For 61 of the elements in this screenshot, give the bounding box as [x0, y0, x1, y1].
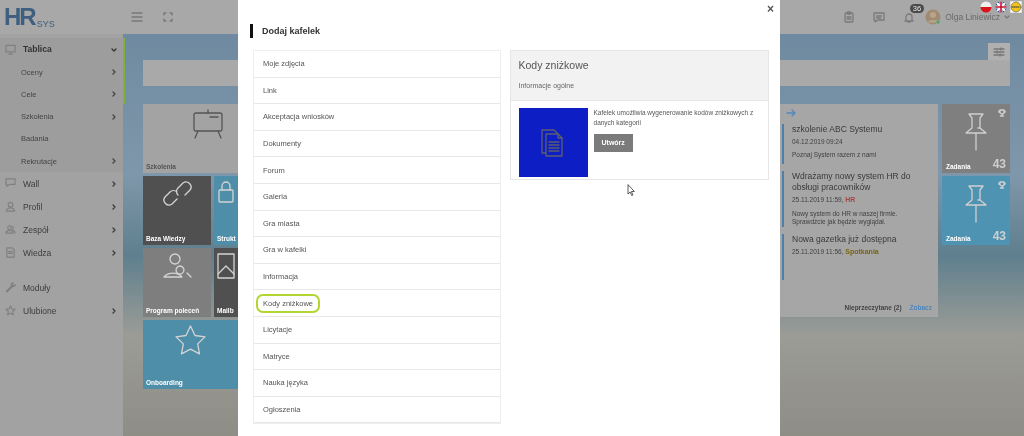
- sidebar-icon: [5, 305, 16, 317]
- round-flag-icon[interactable]: [1010, 1, 1022, 13]
- avatar-icon[interactable]: [925, 9, 942, 25]
- arrow-right-icon[interactable]: [786, 109, 796, 117]
- sidebar-icon: [5, 224, 16, 236]
- chevron-icon: [111, 91, 117, 98]
- sidebar-icon: [5, 178, 16, 190]
- sidebar-item[interactable]: Zespół: [0, 218, 123, 242]
- sidebar-item[interactable]: Ulubione: [0, 299, 123, 323]
- trophy-icon: [998, 181, 1006, 189]
- fullscreen-icon[interactable]: [163, 12, 173, 22]
- sidebar-item[interactable]: Wiedza: [0, 241, 123, 265]
- news-title: szkolenie ABC Systemu: [792, 124, 884, 136]
- chat-icon[interactable]: [873, 11, 886, 23]
- chevron-icon: [111, 46, 117, 53]
- active-indicator: [123, 38, 125, 104]
- logo-subtext: SYS: [36, 20, 55, 29]
- card-title: Kody zniżkowe: [518, 58, 590, 73]
- sidebar-icon: [5, 282, 16, 294]
- chevron-icon: [111, 250, 117, 256]
- tile-icon: [217, 253, 235, 279]
- chevron-icon: [111, 158, 117, 165]
- chevron-icon: [111, 308, 117, 314]
- pushpin-icon: [963, 184, 989, 224]
- sidebar-item[interactable]: Wall: [0, 172, 123, 196]
- menu-icon[interactable]: [131, 12, 143, 22]
- news-title: Wdrażamy nowy system HR do obsługi pracowników: [792, 171, 912, 194]
- trophy-icon: [998, 109, 1006, 117]
- tile-icon: [218, 181, 234, 203]
- documents-icon: [540, 127, 566, 158]
- sidebar-icon: [5, 201, 16, 213]
- tile-icon: [193, 109, 223, 139]
- caret-icon[interactable]: [1004, 14, 1010, 20]
- chevron-icon: [111, 204, 117, 210]
- chevron-icon: [111, 113, 117, 120]
- chevron-icon: [111, 227, 117, 233]
- filter-button[interactable]: [988, 43, 1010, 60]
- user-name[interactable]: Olga Liniewicz: [945, 10, 1000, 24]
- tile-icon: [162, 181, 192, 206]
- news-title: Nowa gazetka już dostępna: [792, 234, 898, 246]
- sliders-icon: [993, 46, 1005, 57]
- sidebar-item[interactable]: Profil: [0, 195, 123, 219]
- sidebar-icon: [5, 247, 16, 259]
- chevron-icon: [111, 69, 117, 76]
- close-button[interactable]: ×: [765, 3, 776, 15]
- tile-icon: [162, 253, 192, 278]
- poland-flag-icon[interactable]: [980, 1, 992, 13]
- sidebar-item[interactable]: Moduły: [0, 276, 123, 300]
- sidebar-icon: [5, 44, 16, 55]
- sidebar-item[interactable]: Tablica: [0, 38, 123, 61]
- task-count: 43: [992, 158, 1006, 170]
- mouse-pointer-icon: [627, 184, 635, 196]
- bell-icon[interactable]: [904, 11, 915, 23]
- uk-flag-icon[interactable]: [995, 1, 1007, 13]
- logo-text: HR: [4, 5, 35, 29]
- pushpin-icon: [963, 112, 989, 152]
- tile-icon: [175, 325, 206, 355]
- dialog-title: Dodaj kafelek: [250, 24, 780, 38]
- task-count: 43: [992, 230, 1006, 242]
- chevron-icon: [111, 181, 117, 187]
- clipboard-icon[interactable]: [844, 11, 855, 23]
